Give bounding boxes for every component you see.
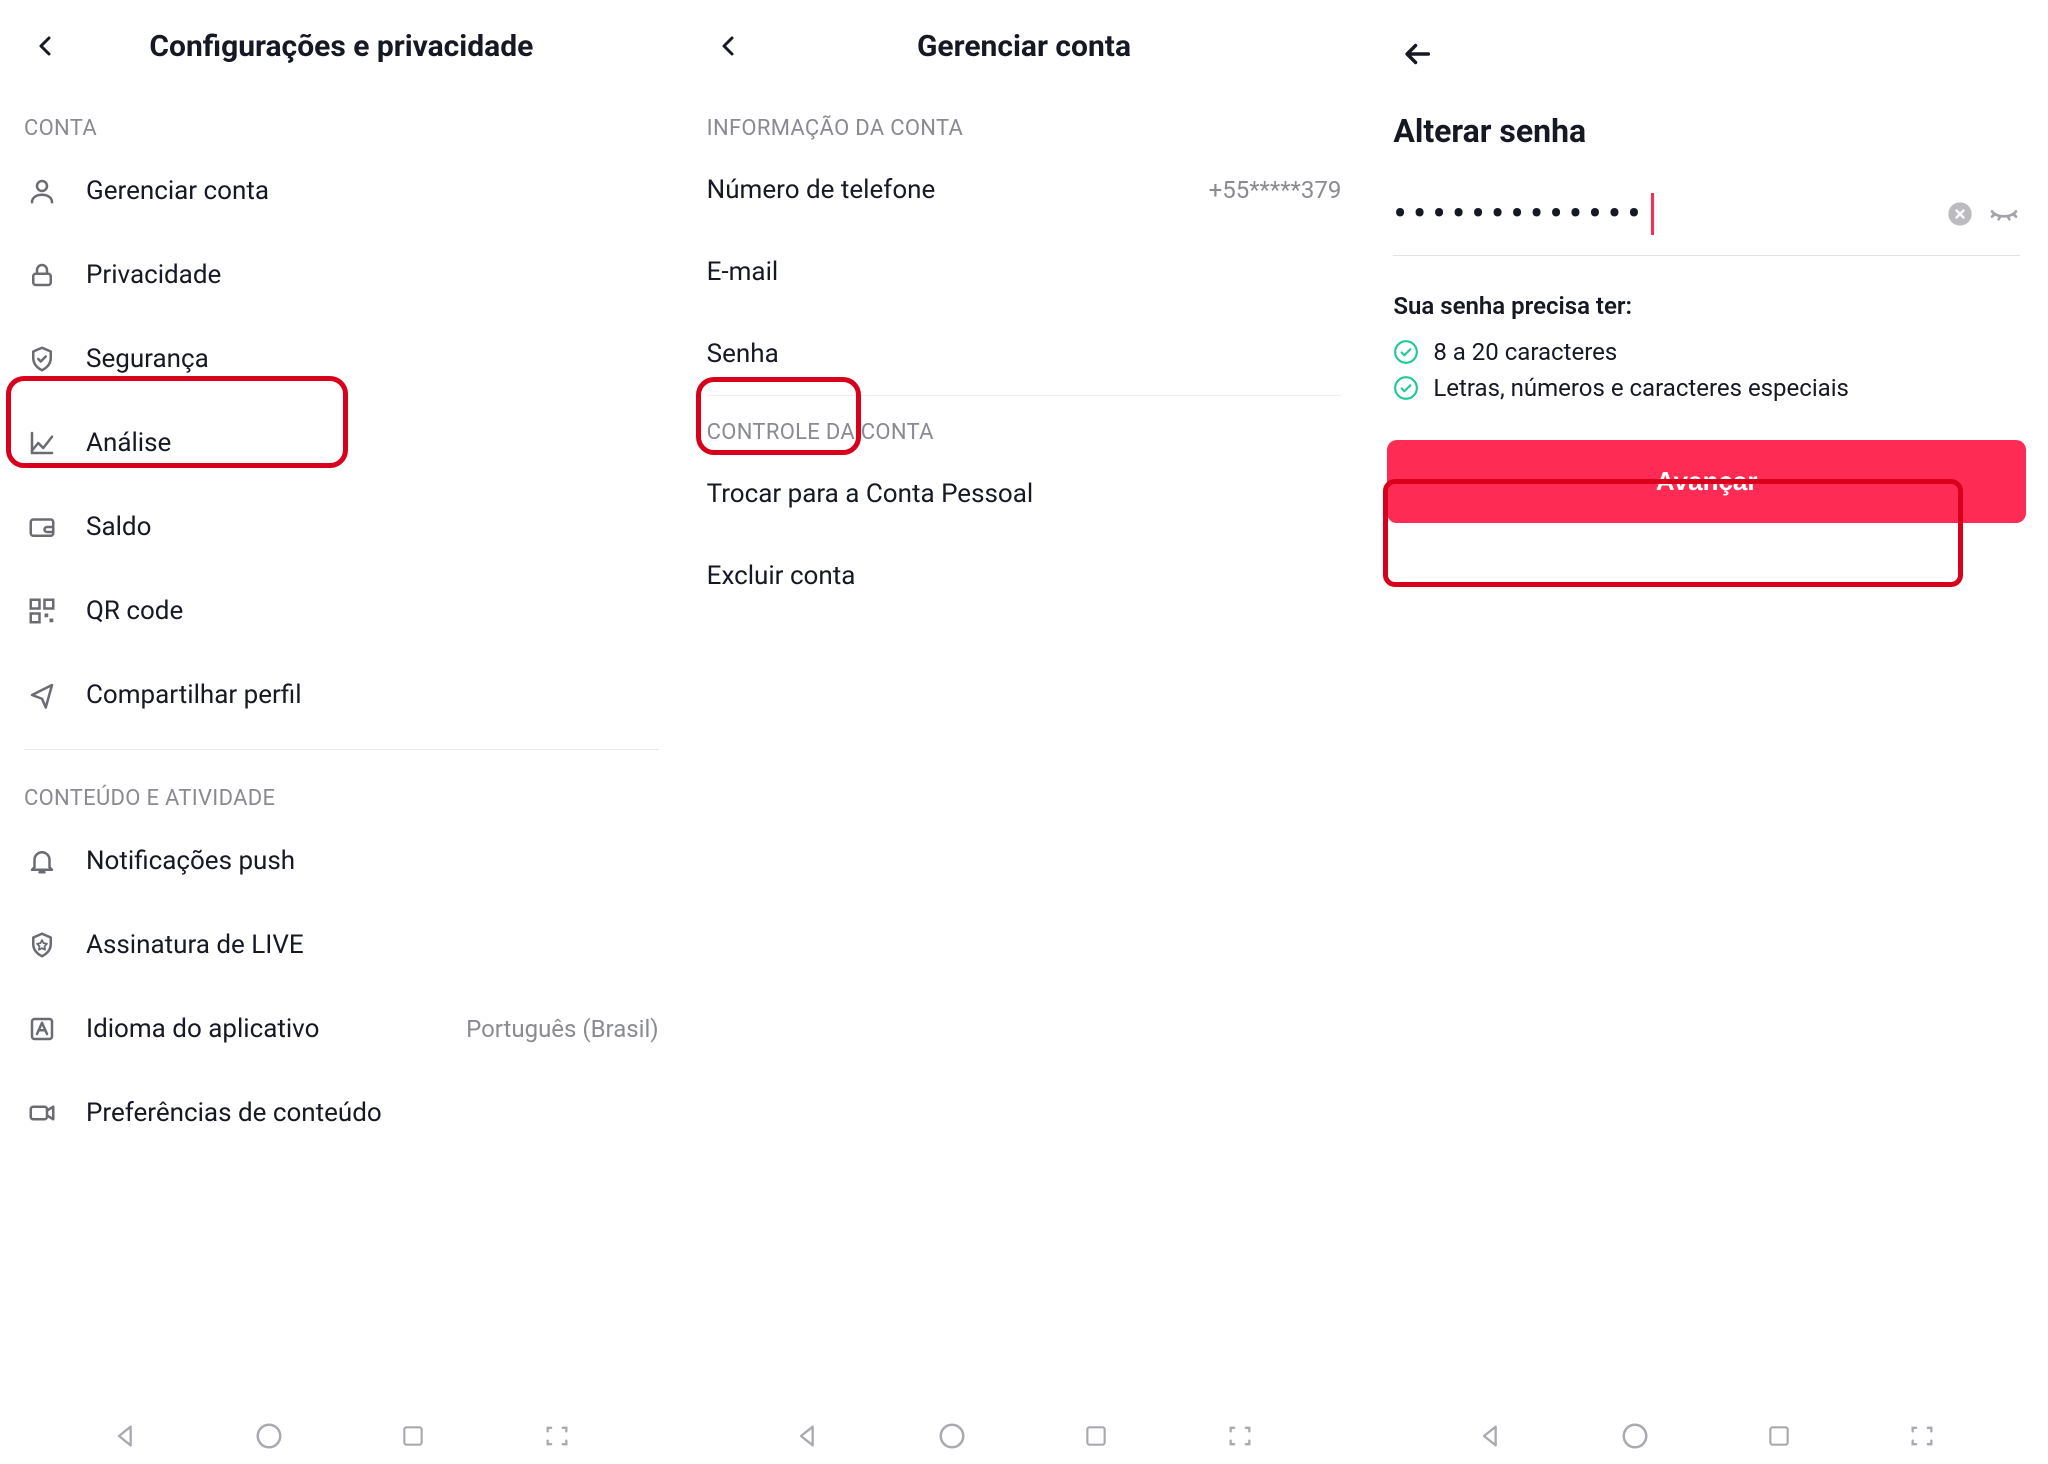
screen-settings: Configurações e privacidade CONTA Gerenc…	[0, 0, 683, 1464]
screen-change-password: Alterar senha ••••••••••••• Sua senha pr…	[1365, 0, 2048, 1464]
menu-item-manage-account[interactable]: Gerenciar conta	[0, 149, 683, 233]
arrow-left-icon	[1400, 37, 1434, 71]
row-switch-account[interactable]: Trocar para a Conta Pessoal	[683, 453, 1366, 535]
nav-back-icon[interactable]	[790, 1418, 826, 1454]
section-label-content: CONTEÚDO E ATIVIDADE	[0, 762, 683, 819]
chevron-left-icon	[717, 34, 741, 58]
nav-screenshot-icon[interactable]	[1904, 1418, 1940, 1454]
check-icon	[1393, 375, 1419, 401]
menu-item-security[interactable]: Segurança	[0, 317, 683, 401]
chevron-left-icon	[34, 34, 58, 58]
menu-item-language[interactable]: Idioma do aplicativo Português (Brasil)	[0, 987, 683, 1071]
nav-home-icon[interactable]	[251, 1418, 287, 1454]
section-label-control: CONTROLE DA CONTA	[683, 396, 1366, 453]
divider	[24, 749, 659, 750]
menu-label: Saldo	[86, 512, 659, 542]
back-button[interactable]	[1393, 30, 1441, 78]
row-label: Número de telefone	[707, 175, 936, 205]
cta-wrap: Avançar	[1387, 440, 2026, 523]
menu-label: Gerenciar conta	[86, 176, 659, 206]
page-title: Alterar senha	[1365, 88, 2048, 182]
video-icon	[24, 1095, 60, 1131]
password-field[interactable]: •••••••••••••	[1393, 182, 2020, 256]
menu-item-live-sub[interactable]: Assinatura de LIVE	[0, 903, 683, 987]
bell-icon	[24, 843, 60, 879]
nav-back-icon[interactable]	[108, 1418, 144, 1454]
eye-closed-icon[interactable]	[1988, 198, 2020, 230]
shield-star-icon	[24, 927, 60, 963]
row-delete-account[interactable]: Excluir conta	[683, 535, 1366, 617]
wallet-icon	[24, 509, 60, 545]
back-button[interactable]	[24, 24, 68, 68]
qr-icon	[24, 593, 60, 629]
nav-home-icon[interactable]	[1617, 1418, 1653, 1454]
menu-label: Análise	[86, 428, 659, 458]
menu-item-analytics[interactable]: Análise	[0, 401, 683, 485]
menu-label: Privacidade	[86, 260, 659, 290]
menu-item-share-profile[interactable]: Compartilhar perfil	[0, 653, 683, 737]
menu-label: Segurança	[86, 344, 659, 374]
lock-icon	[24, 257, 60, 293]
shield-check-icon	[24, 341, 60, 377]
share-icon	[24, 677, 60, 713]
text-caret	[1651, 193, 1654, 235]
back-button[interactable]	[707, 24, 751, 68]
android-nav	[683, 1418, 1366, 1454]
header: Gerenciar conta	[683, 14, 1366, 92]
row-phone[interactable]: Número de telefone +55*****379	[683, 149, 1366, 231]
menu-label: QR code	[86, 596, 659, 626]
password-input[interactable]: •••••••••••••	[1393, 190, 1932, 237]
header: Configurações e privacidade	[0, 14, 683, 92]
menu-item-balance[interactable]: Saldo	[0, 485, 683, 569]
row-email[interactable]: E-mail	[683, 231, 1366, 313]
requirement-row: Letras, números e caracteres especiais	[1365, 370, 2048, 406]
menu-item-content-pref[interactable]: Preferências de conteúdo	[0, 1071, 683, 1155]
requirement-text: 8 a 20 caracteres	[1433, 338, 1617, 366]
chart-icon	[24, 425, 60, 461]
page-title: Configurações e privacidade	[68, 29, 615, 64]
nav-home-icon[interactable]	[934, 1418, 970, 1454]
person-icon	[24, 173, 60, 209]
menu-item-qr[interactable]: QR code	[0, 569, 683, 653]
row-password[interactable]: Senha	[683, 313, 1366, 395]
clear-icon[interactable]	[1946, 200, 1974, 228]
requirements-heading: Sua senha precisa ter:	[1365, 256, 2048, 334]
section-label-account: CONTA	[0, 92, 683, 149]
menu-item-privacy[interactable]: Privacidade	[0, 233, 683, 317]
android-nav	[0, 1418, 683, 1454]
nav-screenshot-icon[interactable]	[1222, 1418, 1258, 1454]
check-icon	[1393, 339, 1419, 365]
nav-recent-icon[interactable]	[1761, 1418, 1797, 1454]
row-label: E-mail	[707, 257, 779, 287]
android-nav	[1365, 1418, 2048, 1454]
language-icon	[24, 1011, 60, 1047]
requirement-text: Letras, números e caracteres especiais	[1433, 374, 1849, 402]
nav-recent-icon[interactable]	[1078, 1418, 1114, 1454]
menu-item-notifications[interactable]: Notificações push	[0, 819, 683, 903]
advance-button[interactable]: Avançar	[1387, 440, 2026, 523]
row-label: Senha	[707, 339, 779, 369]
section-label-info: INFORMAÇÃO DA CONTA	[683, 92, 1366, 149]
menu-label: Idioma do aplicativo	[86, 1014, 440, 1044]
phone-value: +55*****379	[1209, 176, 1342, 204]
nav-screenshot-icon[interactable]	[539, 1418, 575, 1454]
menu-label: Compartilhar perfil	[86, 680, 659, 710]
nav-back-icon[interactable]	[1473, 1418, 1509, 1454]
row-label: Trocar para a Conta Pessoal	[707, 479, 1034, 509]
menu-label: Notificações push	[86, 846, 659, 876]
menu-label: Preferências de conteúdo	[86, 1098, 659, 1128]
header	[1365, 14, 2048, 88]
requirement-row: 8 a 20 caracteres	[1365, 334, 2048, 370]
language-value: Português (Brasil)	[466, 1015, 659, 1043]
screen-manage-account: Gerenciar conta INFORMAÇÃO DA CONTA Núme…	[683, 0, 1366, 1464]
nav-recent-icon[interactable]	[395, 1418, 431, 1454]
menu-label: Assinatura de LIVE	[86, 930, 659, 960]
row-label: Excluir conta	[707, 561, 856, 591]
page-title: Gerenciar conta	[751, 29, 1298, 64]
